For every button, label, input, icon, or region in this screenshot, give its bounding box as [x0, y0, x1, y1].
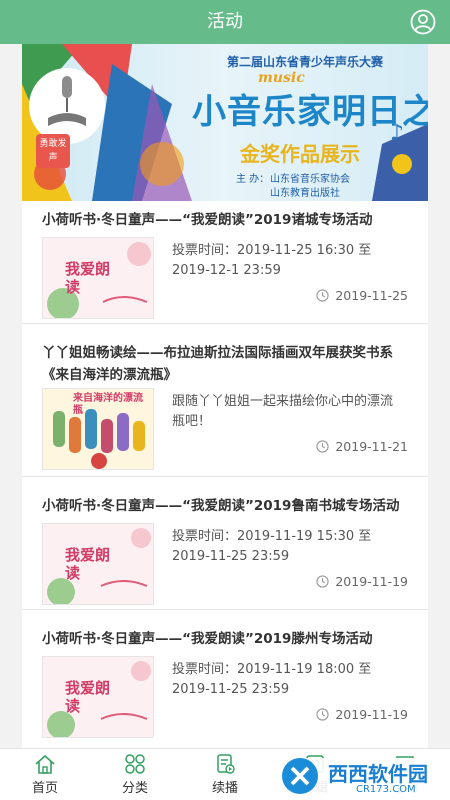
watermark: 西西软件园 CR173.COM [272, 752, 450, 800]
tab-home[interactable]: 首页 [0, 749, 90, 800]
category-icon [125, 754, 145, 774]
activity-title: 小荷听书·冬日童声——“我爱朗读”2019滕州专场活动 [42, 631, 373, 647]
activity-desc-line: 投票时间：2019-11-19 18:00 至 [172, 662, 372, 677]
activity-date: 2019-11-25 [316, 288, 408, 303]
app-header: 活动 [0, 0, 450, 44]
thumbnail-text: 我爱朗读 [65, 679, 111, 715]
activity-thumbnail: 我爱朗读 [42, 237, 154, 319]
activity-item[interactable]: 小荷听书·冬日童声——“我爱朗读”2019滕州专场活动 我爱朗读 投票时间：20… [22, 620, 428, 748]
activity-desc-line: 2019-11-25 23:59 [172, 549, 290, 564]
banner-organizer-label: 主 办： [236, 174, 270, 185]
activity-date: 2019-11-19 [316, 574, 408, 589]
banner-contest-title: 第二届山东省青少年声乐大赛 [227, 55, 384, 69]
watermark-name: 西西软件园 [328, 762, 428, 786]
tab-label: 分类 [121, 781, 148, 796]
watermark-url: CR173.COM [356, 784, 416, 795]
clock-icon [316, 708, 329, 721]
banner-main-title: 小音乐家明日之 [192, 92, 428, 132]
activity-desc-line: 投票时间：2019-11-25 16:30 至 [172, 243, 372, 258]
activity-desc-line: 跟随丫丫姐姐一起来描绘你心中的漂流 [172, 394, 394, 409]
activity-date: 2019-11-19 [316, 707, 408, 722]
activity-thumbnail: 我爱朗读 [42, 523, 154, 605]
date-text: 2019-11-19 [335, 707, 408, 722]
activity-thumbnail: 我爱朗读 [42, 656, 154, 738]
banner[interactable]: ♪ 勇敢发声 第二届山东省青少年声乐大赛 music 小音乐家明日之 金奖作品展… [22, 44, 428, 201]
activity-thumbnail: 来自海洋的漂流瓶 [42, 388, 154, 470]
activity-title: 丫丫姐姐畅读绘——布拉迪斯拉法国际插画双年展获奖书系《来自海洋的漂流瓶》 [42, 345, 393, 383]
clock-icon [316, 289, 329, 302]
banner-badge: 勇敢发声 [39, 139, 67, 163]
tab-category[interactable]: 分类 [90, 749, 180, 800]
tab-label: 首页 [31, 781, 58, 796]
activity-title: 小荷听书·冬日童声——“我爱朗读”2019诸城专场活动 [42, 212, 373, 228]
thumbnail-text: 我爱朗读 [65, 260, 111, 296]
user-icon[interactable] [410, 9, 436, 35]
date-text: 2019-11-19 [335, 574, 408, 589]
banner-organizer-1: 山东省音乐家协会 [270, 174, 350, 185]
continue-play-icon [217, 754, 235, 774]
thumbnail-text: 来自海洋的漂流瓶 [73, 393, 143, 416]
activity-item[interactable]: 小荷听书·冬日童声——“我爱朗读”2019诸城专场活动 我爱朗读 投票时间：20… [22, 201, 428, 324]
home-icon [35, 755, 55, 774]
activity-desc-line: 2019-11-25 23:59 [172, 682, 290, 697]
banner-organizer-2: 山东教育出版社 [270, 188, 340, 199]
thumbnail-text: 我爱朗读 [65, 546, 111, 582]
page-title: 活动 [207, 11, 243, 32]
clock-icon [316, 575, 329, 588]
date-text: 2019-11-21 [335, 439, 408, 454]
date-text: 2019-11-25 [335, 288, 408, 303]
clock-icon [316, 440, 329, 453]
activity-item[interactable]: 丫丫姐姐畅读绘——布拉迪斯拉法国际插画双年展获奖书系《来自海洋的漂流瓶》 来自海… [22, 334, 428, 477]
activity-date: 2019-11-21 [316, 439, 408, 454]
activity-content: ♪ 勇敢发声 第二届山东省青少年声乐大赛 music 小音乐家明日之 金奖作品展… [22, 44, 428, 748]
activity-desc-line: 2019-12-1 23:59 [172, 263, 281, 278]
tab-continue-play[interactable]: 续播 [180, 749, 270, 800]
banner-sub-title: 金奖作品展示 [240, 142, 360, 166]
activity-item[interactable]: 小荷听书·冬日童声——“我爱朗读”2019鲁南书城专场活动 我爱朗读 投票时间：… [22, 487, 428, 610]
tab-label: 续播 [211, 781, 238, 796]
activity-title: 小荷听书·冬日童声——“我爱朗读”2019鲁南书城专场活动 [42, 498, 400, 514]
activity-desc-line: 投票时间：2019-11-19 15:30 至 [172, 529, 372, 544]
activity-desc-line: 瓶吧！ [172, 414, 212, 429]
